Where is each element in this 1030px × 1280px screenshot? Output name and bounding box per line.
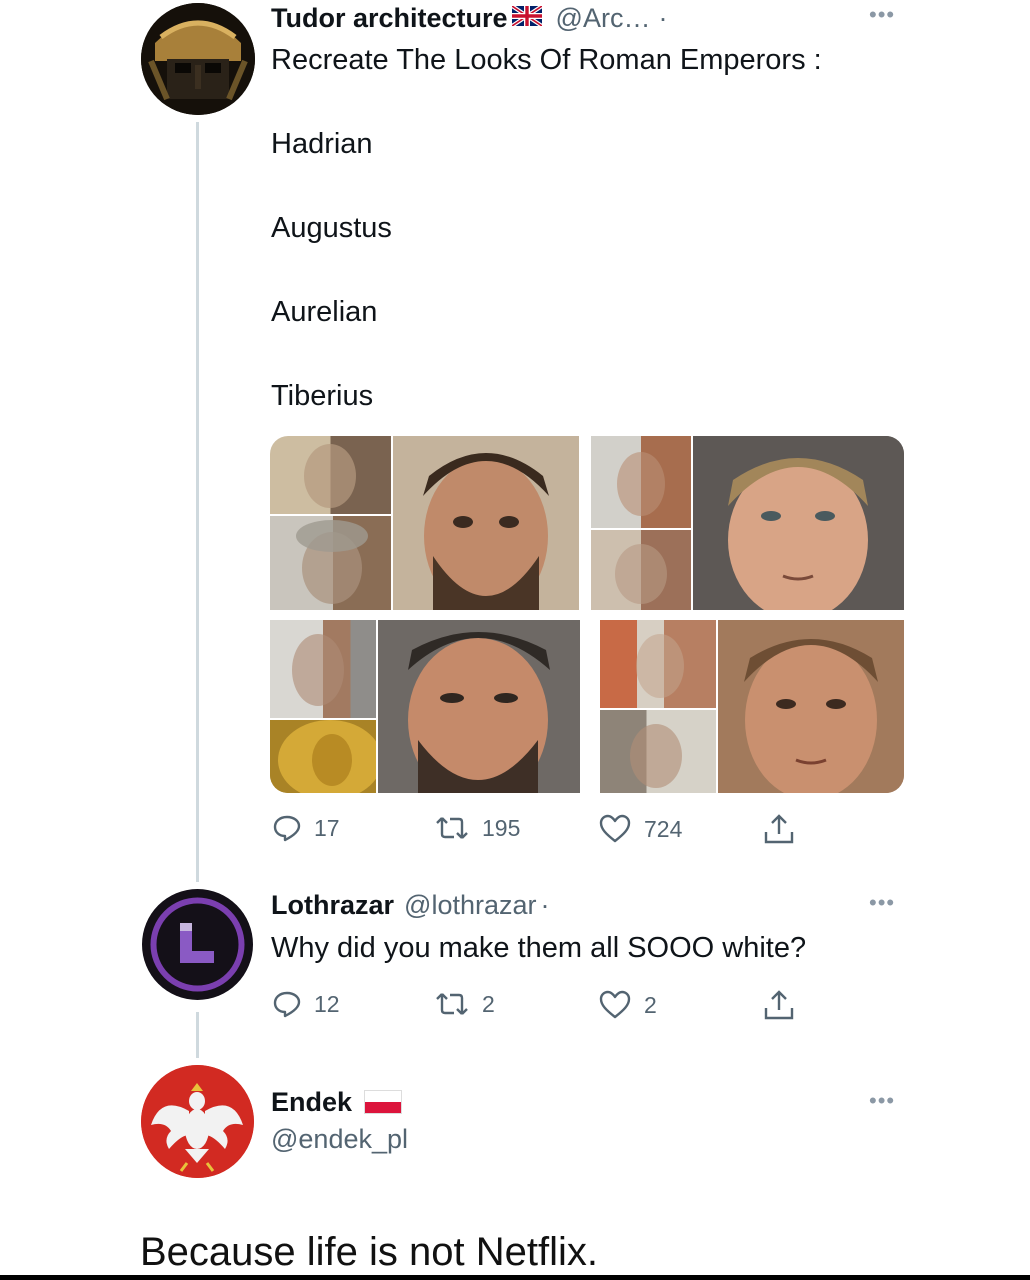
tweet1-author-handle[interactable]: @Arc…: [556, 3, 651, 34]
tweet1-author-name[interactable]: Tudor architecture: [271, 3, 508, 34]
image-tiberius-bust-bottom[interactable]: [600, 710, 716, 793]
tweet1-text-line-3: Aurelian: [271, 296, 378, 328]
thread-line-2: [196, 1012, 199, 1058]
image-tiberius-face[interactable]: [718, 620, 904, 793]
bottom-border: [0, 1275, 1030, 1280]
image-aurelian-face[interactable]: [378, 620, 580, 793]
image-hadrian-bust-half[interactable]: [270, 436, 391, 514]
tweet2-retweet-action[interactable]: 2: [434, 990, 495, 1018]
tweet2-text: Why did you make them all SOOO white?: [271, 932, 807, 964]
thread-line-1: [196, 122, 199, 882]
heart-icon: [599, 990, 631, 1019]
share-icon: [764, 990, 794, 1020]
reply-icon: [273, 991, 301, 1018]
tweet3-author-handle[interactable]: @endek_pl: [271, 1124, 408, 1155]
tweet1-text-line-4: Tiberius: [271, 380, 374, 412]
tweet2-retweet-count: 2: [482, 990, 495, 1017]
tweet3-author-name[interactable]: Endek: [271, 1087, 352, 1118]
image-augustus-face[interactable]: [693, 436, 904, 610]
tweet1-reply-action[interactable]: 17: [272, 814, 340, 842]
tweet2-reply-count: 12: [314, 990, 340, 1017]
image-augustus-bust-half[interactable]: [591, 436, 691, 528]
tweet1-text-line-0: Recreate The Looks Of Roman Emperors :: [271, 44, 822, 76]
tweet1-dot: ·: [658, 2, 668, 33]
tweet2-dot: ·: [540, 889, 550, 920]
tweet2-author-handle[interactable]: @lothrazar: [404, 890, 536, 921]
tweet3-header: Endek: [271, 1084, 403, 1120]
endek-avatar[interactable]: [141, 1065, 254, 1178]
poland-flag-icon: [364, 1090, 403, 1114]
tweet3-more-icon[interactable]: •••: [869, 1090, 895, 1112]
tweet1-share-action[interactable]: [762, 812, 796, 846]
heart-icon: [599, 814, 631, 843]
tudor-avatar[interactable]: [141, 3, 255, 115]
meme-caption: Because life is not Netflix.: [140, 1230, 598, 1274]
tweet2-header: Lothrazar @lothrazar ·: [271, 887, 550, 923]
image-hadrian-face[interactable]: [393, 436, 579, 610]
tweet1-like-action[interactable]: 724: [598, 814, 682, 844]
tweet1-text-line-2: Augustus: [271, 212, 392, 244]
image-augustus-bust-curls[interactable]: [591, 530, 691, 610]
tweet1-retweet-count: 195: [482, 814, 521, 841]
share-icon: [764, 814, 794, 844]
tweet1-header: Tudor architecture @Arc… ·: [271, 0, 667, 36]
tweet1-like-count: 724: [644, 815, 683, 842]
tweet1-retweet-action[interactable]: 195: [434, 814, 520, 842]
tweet1-more-icon[interactable]: •••: [869, 4, 895, 26]
image-aurelian-coin[interactable]: [270, 720, 376, 793]
tweet1-image-grid[interactable]: [270, 436, 904, 793]
tweet1-text-line-1: Hadrian: [271, 128, 373, 160]
reply-icon: [273, 815, 301, 842]
image-aurelian-bust-half[interactable]: [270, 620, 376, 718]
tweet2-author-name[interactable]: Lothrazar: [271, 890, 394, 921]
tweet1-reply-count: 17: [314, 814, 340, 841]
tweet2-reply-action[interactable]: 12: [272, 990, 340, 1018]
tweet2-like-count: 2: [644, 991, 657, 1018]
retweet-icon: [436, 817, 468, 839]
retweet-icon: [436, 993, 468, 1015]
uk-flag-icon: [510, 3, 543, 31]
lothrazar-avatar[interactable]: [142, 889, 253, 1000]
image-hadrian-bust-curls[interactable]: [270, 516, 391, 610]
tweet2-share-action[interactable]: [762, 988, 796, 1022]
tweet2-more-icon[interactable]: •••: [869, 892, 895, 914]
image-tiberius-bust-half[interactable]: [600, 620, 716, 708]
tweet2-like-action[interactable]: 2: [598, 990, 657, 1020]
